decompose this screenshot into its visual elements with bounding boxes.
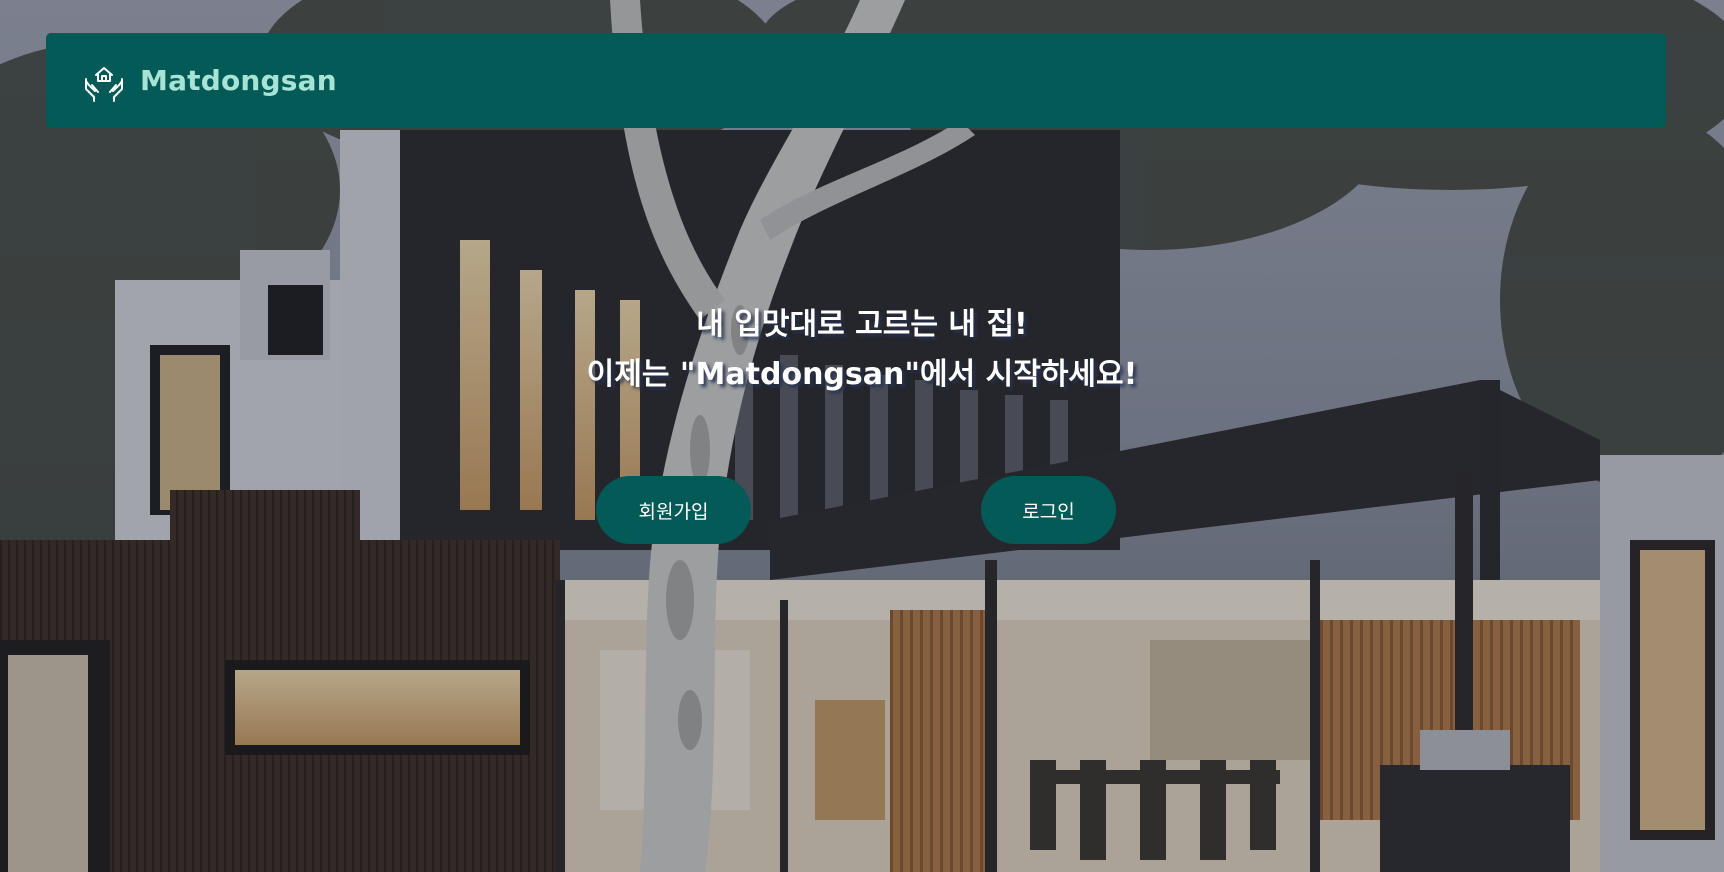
signup-button[interactable]: 회원가입 bbox=[596, 476, 751, 544]
brand-home-link[interactable]: Matdongsan bbox=[82, 59, 337, 103]
hero-line-2: 이제는 "Matdongsan"에서 시작하세요! bbox=[586, 357, 1138, 392]
hero-line-1: 내 입맛대로 고르는 내 집! bbox=[696, 307, 1028, 342]
landing-page: Matdongsan 내 입맛대로 고르는 내 집! 이제는 "Matdongs… bbox=[0, 0, 1724, 872]
login-button[interactable]: 로그인 bbox=[981, 476, 1116, 544]
house-in-hands-icon bbox=[82, 59, 126, 103]
hero-headline: 내 입맛대로 고르는 내 집! 이제는 "Matdongsan"에서 시작하세요… bbox=[0, 300, 1724, 400]
background-dim-overlay bbox=[0, 0, 1724, 872]
brand-name: Matdongsan bbox=[140, 64, 337, 97]
top-navbar: Matdongsan bbox=[46, 33, 1666, 128]
